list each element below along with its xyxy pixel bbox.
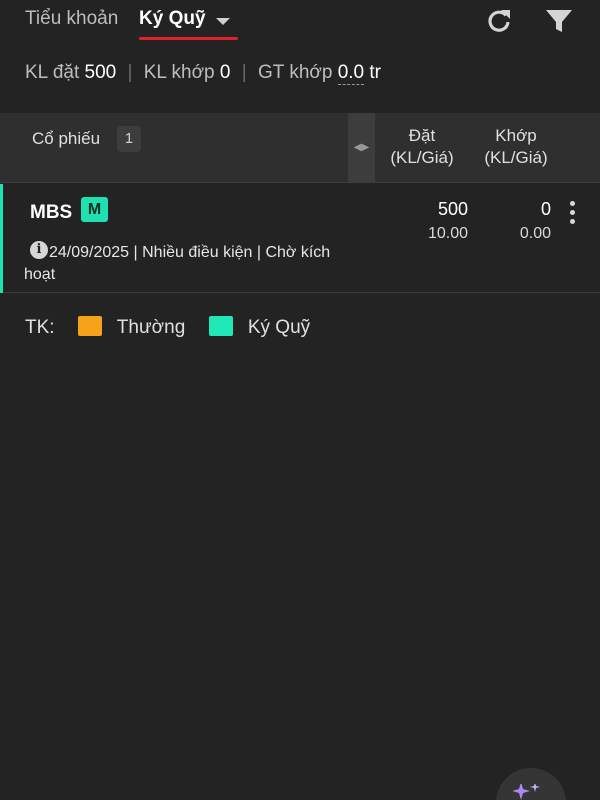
account-bar: Tiểu khoản Ký Quỹ <box>0 0 600 46</box>
column-ordered-subtitle: (KL/Giá) <box>390 148 454 167</box>
account-label: Tiểu khoản <box>25 8 119 29</box>
matched-value-label: GT khớp <box>258 62 333 83</box>
stock-count-badge: 1 <box>117 126 141 152</box>
legend-swatch-normal <box>77 316 102 336</box>
matched-volume-value: 0 <box>219 62 231 83</box>
chevron-down-icon[interactable] <box>216 18 230 25</box>
matched-value-amount[interactable]: 0.0 <box>337 62 365 85</box>
ordered-price: 10.00 <box>427 225 468 242</box>
account-type-indicator <box>0 184 3 293</box>
matched-price: 0.00 <box>519 225 551 242</box>
order-summary: KL đặt 500 | KL khớp 0 | GT khớp 0.0 tr <box>25 62 382 85</box>
table-row[interactable]: MBS M 500 10.00 0 0.00 i 24/09/2025 | Nh… <box>0 184 600 293</box>
matched-volume-label: KL khớp <box>143 62 215 83</box>
separator: | <box>241 62 247 83</box>
refresh-icon[interactable] <box>484 6 514 36</box>
more-vertical-icon[interactable] <box>565 201 579 231</box>
table-header: Cổ phiếu 1 ◀▶ Đặt (KL/Giá) Khớp (KL/Giá) <box>0 113 600 183</box>
order-detail: 24/09/2025 | Nhiều điều kiện | Chờ kích … <box>24 244 331 283</box>
account-selector-underline <box>139 37 238 40</box>
ordered-volume-label: KL đặt <box>25 62 80 83</box>
sparkle-icon[interactable] <box>513 784 543 800</box>
matched-value-unit: tr <box>369 62 382 83</box>
filter-icon[interactable] <box>544 6 574 36</box>
legend-margin: Ký Quỹ <box>247 317 311 338</box>
column-matched-subtitle: (KL/Giá) <box>484 148 548 167</box>
account-selector[interactable]: Ký Quỹ <box>139 8 206 30</box>
ordered-quantity: 500 <box>437 199 468 219</box>
account-type-badge: M <box>81 197 108 222</box>
column-stock[interactable]: Cổ phiếu <box>32 129 100 149</box>
legend-swatch-margin <box>208 316 233 336</box>
account-legend: TK: Thường Ký Quỹ <box>25 316 310 339</box>
legend-normal: Thường <box>116 317 186 338</box>
column-matched-title: Khớp <box>495 126 537 145</box>
ordered-volume-value: 500 <box>84 62 117 83</box>
column-ordered[interactable]: Đặt (KL/Giá) <box>384 125 460 169</box>
legend-label: TK: <box>25 317 55 338</box>
column-ordered-title: Đặt <box>408 126 436 145</box>
resize-handle-icon[interactable]: ◀▶ <box>348 113 375 183</box>
column-matched[interactable]: Khớp (KL/Giá) <box>478 125 554 169</box>
stock-symbol[interactable]: MBS <box>30 202 72 224</box>
separator: | <box>127 62 133 83</box>
matched-quantity: 0 <box>540 199 551 219</box>
